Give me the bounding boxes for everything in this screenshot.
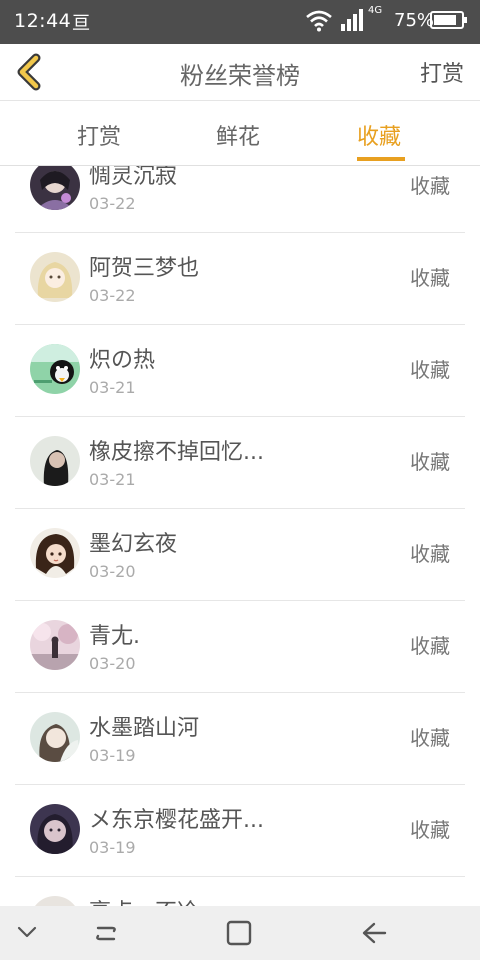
tab-favorites[interactable]: 收藏	[357, 119, 401, 151]
favorite-label: 收藏	[410, 450, 450, 474]
tab-reward[interactable]: 打赏	[77, 119, 121, 151]
list-item[interactable]: 墨幻玄夜 03-20 收藏	[15, 508, 465, 601]
list-item[interactable]: 阿贺三梦也 03-22 收藏	[15, 232, 465, 325]
fan-date: 03-20	[89, 654, 136, 673]
back-icon[interactable]	[360, 918, 388, 952]
fan-date: 03-22	[89, 286, 136, 305]
system-navigation-bar	[0, 906, 480, 960]
fan-date: 03-20	[89, 562, 136, 581]
active-tab-indicator	[357, 157, 405, 161]
favorite-label: 收藏	[410, 818, 450, 842]
menu-icon[interactable]	[92, 918, 120, 952]
avatar	[30, 436, 80, 486]
fan-name: 墨幻玄夜	[89, 532, 178, 557]
list-item[interactable]: 亭点、不冷	[15, 876, 465, 906]
fan-date: 03-19	[89, 838, 136, 857]
list-item[interactable]: 青尢. 03-20 收藏	[15, 600, 465, 693]
favorite-label: 收藏	[410, 174, 450, 198]
favorite-label: 收藏	[410, 726, 450, 750]
avatar	[30, 804, 80, 854]
home-icon[interactable]	[226, 918, 252, 952]
tab-bar: 打赏 鲜花 收藏	[0, 101, 480, 166]
app-header: 粉丝荣誉榜 打赏	[0, 44, 480, 101]
fan-name: メ东京樱花盛开...	[89, 808, 264, 833]
list-item[interactable]: 橡皮擦不掉回忆... 03-21 收藏	[15, 416, 465, 509]
avatar	[30, 620, 80, 670]
avatar	[30, 528, 80, 578]
fan-date: 03-22	[89, 194, 136, 213]
status-bar: 12:44 亘 4G 75%	[0, 0, 480, 44]
fan-name: 青尢.	[89, 624, 140, 649]
fan-date: 03-19	[89, 746, 136, 765]
wifi-icon	[305, 10, 333, 36]
fan-date: 03-21	[89, 378, 136, 397]
battery-percentage: 75%	[394, 10, 435, 31]
page-title: 粉丝荣誉榜	[180, 62, 300, 90]
avatar	[30, 252, 80, 302]
list-item[interactable]: 炽の热 03-21 收藏	[15, 324, 465, 417]
fan-date: 03-21	[89, 470, 136, 489]
chevron-down-icon[interactable]	[16, 924, 38, 944]
list-item[interactable]: 水墨踏山河 03-19 收藏	[15, 692, 465, 785]
favorite-label: 收藏	[410, 266, 450, 290]
notification-icon: 亘	[72, 13, 90, 34]
avatar	[30, 712, 80, 762]
fan-name: 亭点、不冷	[89, 894, 199, 906]
fan-name: 阿贺三梦也	[89, 256, 200, 281]
avatar	[30, 344, 80, 394]
favorite-label: 收藏	[410, 358, 450, 382]
avatar	[30, 166, 80, 210]
status-time: 12:44	[14, 10, 72, 32]
fan-name: 惆灵沉寂	[89, 166, 178, 189]
fan-list[interactable]: 惆灵沉寂 03-22 收藏 阿贺三梦也 03-22 收藏 炽の热 03-21 收…	[0, 166, 480, 906]
reward-button[interactable]: 打赏	[420, 56, 464, 88]
battery-icon	[430, 11, 467, 29]
network-type-label: 4G	[368, 5, 383, 16]
fan-name: 橡皮擦不掉回忆...	[89, 440, 264, 465]
avatar	[30, 896, 80, 906]
favorite-label: 收藏	[410, 542, 450, 566]
fan-name: 水墨踏山河	[89, 716, 200, 741]
list-item[interactable]: メ东京樱花盛开... 03-19 收藏	[15, 784, 465, 877]
favorite-label: 收藏	[410, 634, 450, 658]
list-item[interactable]: 惆灵沉寂 03-22 收藏	[15, 166, 465, 233]
signal-icon	[340, 8, 366, 36]
tab-flowers[interactable]: 鲜花	[216, 119, 260, 151]
fan-name: 炽の热	[89, 348, 156, 373]
